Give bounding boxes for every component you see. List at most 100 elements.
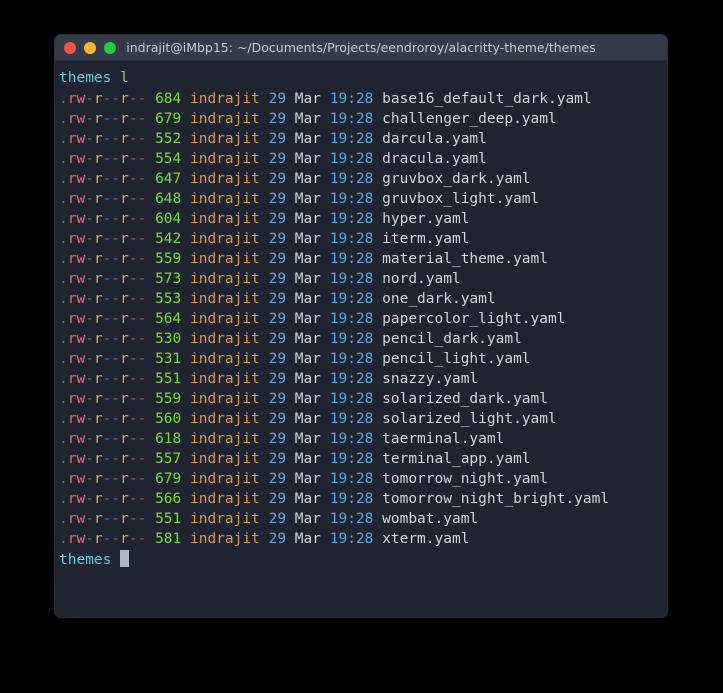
permission-char: - (111, 231, 121, 247)
permission-char: r (93, 371, 103, 387)
permission-char: r (120, 371, 129, 387)
file-month: Mar (294, 211, 321, 227)
file-day: 29 (268, 111, 287, 127)
permission-char: - (128, 391, 138, 407)
window-title: indrajit@iMbp15: ~/Documents/Projects/ee… (126, 40, 596, 55)
file-month: Mar (294, 451, 321, 467)
file-permissions: .rw-r--r-- (59, 491, 146, 507)
permission-char: w (76, 331, 86, 347)
permission-char: - (128, 131, 138, 147)
permission-char: - (111, 291, 121, 307)
file-time: 19:28 (329, 151, 374, 167)
file-row: .rw-r--r-- 573 indrajit 29 Mar 19:28 nor… (59, 269, 667, 289)
file-permissions: .rw-r--r-- (59, 251, 146, 267)
file-size: 648 (155, 191, 182, 207)
file-owner: indrajit (190, 431, 260, 447)
permission-char: - (85, 391, 94, 407)
file-owner: indrajit (190, 91, 260, 107)
permission-char: - (85, 191, 94, 207)
file-row: .rw-r--r-- 553 indrajit 29 Mar 19:28 one… (59, 289, 667, 309)
permission-char: r (93, 271, 103, 287)
file-permissions: .rw-r--r-- (59, 151, 146, 167)
permission-char: r (93, 291, 103, 307)
permission-char: r (120, 531, 129, 547)
permission-char: . (59, 371, 68, 387)
permission-char: - (128, 471, 138, 487)
permission-char: r (93, 211, 103, 227)
file-month: Mar (294, 491, 321, 507)
file-owner: indrajit (190, 151, 260, 167)
file-row: .rw-r--r-- 557 indrajit 29 Mar 19:28 ter… (59, 449, 667, 469)
file-permissions: .rw-r--r-- (59, 531, 146, 547)
permission-char: r (120, 511, 129, 527)
file-month: Mar (294, 291, 321, 307)
file-size: 552 (155, 131, 182, 147)
permission-char: w (76, 111, 86, 127)
permission-char: r (93, 431, 103, 447)
file-permissions: .rw-r--r-- (59, 371, 146, 387)
file-size: 530 (155, 331, 182, 347)
file-name: terminal_app.yaml (382, 451, 531, 467)
permission-char: r (120, 391, 129, 407)
file-row: .rw-r--r-- 618 indrajit 29 Mar 19:28 tae… (59, 429, 667, 449)
permission-char: - (111, 271, 121, 287)
permission-char: . (59, 91, 68, 107)
permission-char: - (85, 331, 94, 347)
file-name: taerminal.yaml (382, 431, 505, 447)
permission-char: - (85, 431, 94, 447)
file-name: iterm.yaml (382, 231, 470, 247)
file-permissions: .rw-r--r-- (59, 331, 146, 347)
file-day: 29 (268, 271, 287, 287)
file-size: 679 (155, 111, 182, 127)
file-size: 618 (155, 431, 182, 447)
file-owner: indrajit (190, 471, 260, 487)
file-owner: indrajit (190, 131, 260, 147)
file-size: 531 (155, 351, 182, 367)
terminal-output-area[interactable]: themes l .rw-r--r-- 684 indrajit 29 Mar … (55, 61, 667, 612)
permission-char: - (111, 151, 121, 167)
permission-char: - (128, 91, 138, 107)
file-row: .rw-r--r-- 552 indrajit 29 Mar 19:28 dar… (59, 129, 667, 149)
file-month: Mar (294, 271, 321, 287)
permission-char: . (59, 231, 68, 247)
terminal-title-bar[interactable]: indrajit@iMbp15: ~/Documents/Projects/ee… (55, 35, 667, 61)
file-size: 560 (155, 411, 182, 427)
permission-char: - (128, 511, 138, 527)
permission-char: . (59, 211, 68, 227)
permission-char: w (76, 371, 86, 387)
permission-char: . (59, 251, 68, 267)
permission-char: w (76, 211, 86, 227)
permission-char: . (59, 491, 68, 507)
maximize-window-button[interactable] (104, 41, 116, 54)
close-window-button[interactable] (64, 41, 76, 54)
permission-char: - (128, 151, 138, 167)
file-permissions: .rw-r--r-- (59, 91, 146, 107)
permission-char: - (85, 511, 94, 527)
permission-char: r (120, 151, 129, 167)
active-prompt-line[interactable]: themes (59, 549, 667, 571)
file-time: 19:28 (329, 531, 374, 547)
file-day: 29 (268, 131, 287, 147)
file-name: darcula.yaml (382, 131, 487, 147)
permission-char: - (128, 491, 138, 507)
permission-char: r (93, 111, 103, 127)
permission-char: . (59, 451, 68, 467)
file-day: 29 (268, 531, 287, 547)
file-permissions: .rw-r--r-- (59, 451, 146, 467)
minimize-window-button[interactable] (84, 41, 96, 54)
terminal-window[interactable]: indrajit@iMbp15: ~/Documents/Projects/ee… (55, 35, 667, 617)
file-row: .rw-r--r-- 648 indrajit 29 Mar 19:28 gru… (59, 189, 667, 209)
permission-char: w (76, 311, 86, 327)
file-month: Mar (294, 391, 321, 407)
file-owner: indrajit (190, 211, 260, 227)
permission-char: r (93, 331, 103, 347)
file-owner: indrajit (190, 391, 260, 407)
permission-char: - (111, 311, 121, 327)
file-day: 29 (268, 211, 287, 227)
file-month: Mar (294, 511, 321, 527)
file-time: 19:28 (329, 331, 374, 347)
file-month: Mar (294, 251, 321, 267)
file-size: 564 (155, 311, 182, 327)
file-day: 29 (268, 171, 287, 187)
file-owner: indrajit (190, 251, 260, 267)
